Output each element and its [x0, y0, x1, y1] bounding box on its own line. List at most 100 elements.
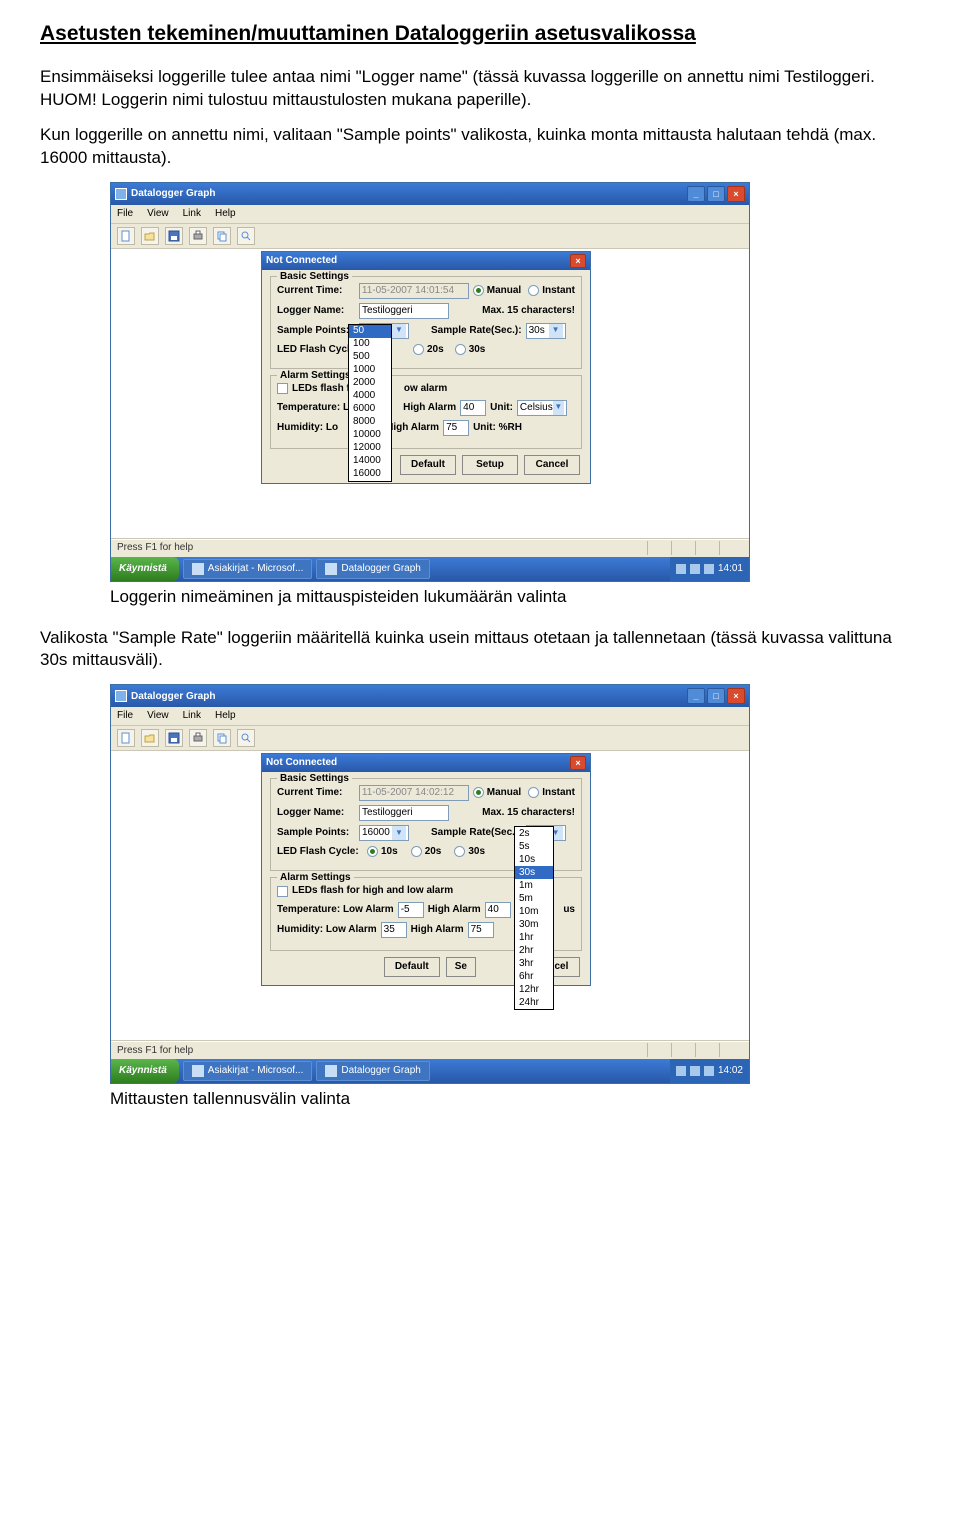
- temp-high-input[interactable]: 40: [485, 902, 511, 918]
- toolbar-copy-icon[interactable]: [213, 227, 231, 245]
- menu-view[interactable]: View: [147, 207, 169, 221]
- taskbar-item[interactable]: Asiakirjat - Microsof...: [183, 559, 313, 579]
- setup-button[interactable]: Setup: [462, 455, 518, 475]
- maximize-button[interactable]: □: [707, 186, 725, 202]
- dropdown-option[interactable]: 2s: [515, 827, 553, 840]
- start-button[interactable]: Käynnistä: [111, 1059, 179, 1083]
- radio-20s-label: 20s: [427, 343, 444, 357]
- logger-name-input[interactable]: Testiloggeri: [359, 805, 449, 821]
- dialog-close-icon[interactable]: ×: [570, 254, 586, 268]
- dropdown-option[interactable]: 3hr: [515, 957, 553, 970]
- tray-icon[interactable]: [704, 564, 714, 574]
- dropdown-option[interactable]: 30m: [515, 918, 553, 931]
- dropdown-option[interactable]: 12000: [349, 442, 391, 455]
- dropdown-option[interactable]: 5s: [515, 840, 553, 853]
- leds-flash-checkbox[interactable]: [277, 383, 288, 394]
- radio-manual[interactable]: [473, 787, 484, 798]
- menu-view[interactable]: View: [147, 709, 169, 723]
- dropdown-option[interactable]: 500: [349, 351, 391, 364]
- minimize-button[interactable]: _: [687, 688, 705, 704]
- taskbar-item[interactable]: Datalogger Graph: [316, 559, 430, 579]
- default-button[interactable]: Default: [384, 957, 440, 977]
- taskbar-item[interactable]: Asiakirjat - Microsof...: [183, 1061, 313, 1081]
- dropdown-option[interactable]: 2000: [349, 377, 391, 390]
- temp-unit-select[interactable]: Celsius ▼: [517, 400, 567, 416]
- radio-manual[interactable]: [473, 285, 484, 296]
- dropdown-option[interactable]: 10m: [515, 905, 553, 918]
- tray-icon[interactable]: [690, 1066, 700, 1076]
- minimize-button[interactable]: _: [687, 186, 705, 202]
- dropdown-option[interactable]: 5m: [515, 892, 553, 905]
- radio-30s[interactable]: [454, 846, 465, 857]
- toolbar-print-icon[interactable]: [189, 729, 207, 747]
- toolbar-save-icon[interactable]: [165, 729, 183, 747]
- radio-20s[interactable]: [413, 344, 424, 355]
- dropdown-option[interactable]: 14000: [349, 455, 391, 468]
- maximize-button[interactable]: □: [707, 688, 725, 704]
- tray-icon[interactable]: [690, 564, 700, 574]
- tray-icon[interactable]: [676, 1066, 686, 1076]
- max-chars-label: Max. 15 characters!: [482, 806, 575, 820]
- toolbar-zoom-icon[interactable]: [237, 729, 255, 747]
- radio-20s[interactable]: [411, 846, 422, 857]
- dropdown-option[interactable]: 1000: [349, 364, 391, 377]
- dropdown-option[interactable]: 50: [349, 325, 391, 338]
- hum-low-input[interactable]: 35: [381, 922, 407, 938]
- toolbar-open-icon[interactable]: [141, 227, 159, 245]
- start-button[interactable]: Käynnistä: [111, 557, 179, 581]
- temp-high-input[interactable]: 40: [460, 400, 486, 416]
- radio-instant[interactable]: [528, 285, 539, 296]
- dropdown-option[interactable]: 8000: [349, 416, 391, 429]
- setup-button-fragment[interactable]: Se: [446, 957, 476, 977]
- sample-points-dropdown[interactable]: 50 100 500 1000 2000 4000 6000 8000 1000…: [348, 324, 392, 482]
- close-button[interactable]: ×: [727, 688, 745, 704]
- sample-points-label: Sample Points:: [277, 826, 355, 840]
- toolbar-new-icon[interactable]: [117, 729, 135, 747]
- radio-30s[interactable]: [455, 344, 466, 355]
- toolbar-zoom-icon[interactable]: [237, 227, 255, 245]
- menu-link[interactable]: Link: [183, 207, 201, 221]
- default-button[interactable]: Default: [400, 455, 456, 475]
- sample-rate-dropdown[interactable]: 2s 5s 10s 30s 1m 5m 10m 30m 1hr 2hr 3hr …: [514, 826, 554, 1010]
- toolbar-copy-icon[interactable]: [213, 729, 231, 747]
- dropdown-option[interactable]: 6hr: [515, 970, 553, 983]
- logger-name-input[interactable]: Testiloggeri: [359, 303, 449, 319]
- leds-flash-checkbox[interactable]: [277, 886, 288, 897]
- dropdown-option[interactable]: 10s: [515, 853, 553, 866]
- menu-file[interactable]: File: [117, 207, 133, 221]
- menu-help[interactable]: Help: [215, 709, 236, 723]
- dropdown-option[interactable]: 10000: [349, 429, 391, 442]
- dropdown-option[interactable]: 4000: [349, 390, 391, 403]
- dropdown-option[interactable]: 1hr: [515, 931, 553, 944]
- toolbar-save-icon[interactable]: [165, 227, 183, 245]
- toolbar-open-icon[interactable]: [141, 729, 159, 747]
- toolbar-new-icon[interactable]: [117, 227, 135, 245]
- dropdown-option[interactable]: 6000: [349, 403, 391, 416]
- dropdown-option[interactable]: 2hr: [515, 944, 553, 957]
- temp-low-input[interactable]: -5: [398, 902, 424, 918]
- dialog-close-icon[interactable]: ×: [570, 756, 586, 770]
- radio-instant[interactable]: [528, 787, 539, 798]
- dropdown-option[interactable]: 12hr: [515, 983, 553, 996]
- sample-rate-select[interactable]: 30s ▼: [526, 323, 566, 339]
- menu-help[interactable]: Help: [215, 207, 236, 221]
- menu-file[interactable]: File: [117, 709, 133, 723]
- hum-high-input[interactable]: 75: [443, 420, 469, 436]
- hum-high-input[interactable]: 75: [468, 922, 494, 938]
- tray-icon[interactable]: [676, 564, 686, 574]
- cancel-button[interactable]: Cancel: [524, 455, 580, 475]
- taskbar-item[interactable]: Datalogger Graph: [316, 1061, 430, 1081]
- dropdown-option[interactable]: 24hr: [515, 996, 553, 1009]
- canvas-area: Not Connected × Basic Settings Current T…: [111, 751, 749, 1041]
- dropdown-option[interactable]: 100: [349, 338, 391, 351]
- dropdown-option[interactable]: 1m: [515, 879, 553, 892]
- close-button[interactable]: ×: [727, 186, 745, 202]
- radio-10s[interactable]: [367, 846, 378, 857]
- sample-points-select[interactable]: 16000 ▼: [359, 825, 409, 841]
- high-alarm-label-2: High Alarm: [411, 923, 464, 937]
- tray-icon[interactable]: [704, 1066, 714, 1076]
- dropdown-option[interactable]: 30s: [515, 866, 553, 879]
- dropdown-option[interactable]: 16000: [349, 468, 391, 481]
- toolbar-print-icon[interactable]: [189, 227, 207, 245]
- menu-link[interactable]: Link: [183, 709, 201, 723]
